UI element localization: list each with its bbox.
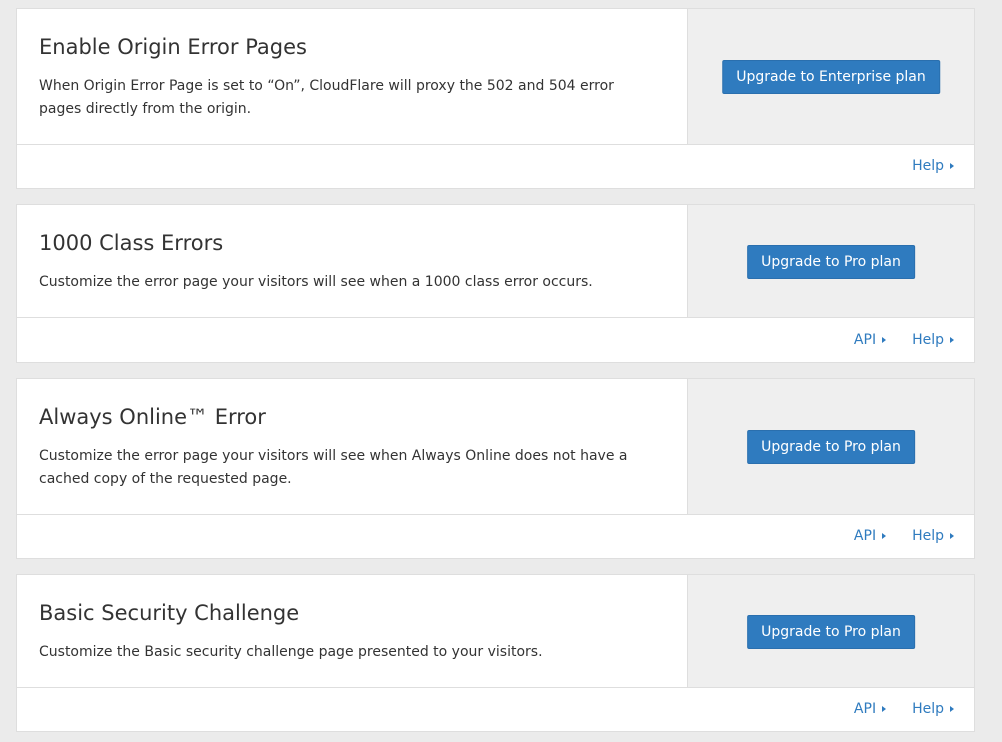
card-footer: API Help bbox=[17, 514, 974, 558]
card-title: Always Online™ Error bbox=[39, 405, 266, 429]
api-link-label: API bbox=[853, 332, 877, 348]
card-title: 1000 Class Errors bbox=[39, 231, 224, 255]
card-upgrade-panel: Upgrade to Enterprise plan bbox=[687, 9, 974, 144]
help-link-label: Help bbox=[912, 158, 944, 174]
card-description: When Origin Error Page is set to “On”, C… bbox=[39, 78, 614, 117]
footer-links: API Help bbox=[854, 318, 954, 362]
card-1000-class-errors: 1000 Class Errors Customize the error pa… bbox=[16, 204, 975, 363]
footer-links: API Help bbox=[854, 514, 954, 558]
upgrade-pro-button[interactable]: Upgrade to Pro plan bbox=[747, 245, 915, 279]
help-link-label: Help bbox=[912, 528, 944, 544]
card-upgrade-panel: Upgrade to Pro plan bbox=[687, 205, 974, 317]
caret-right-icon bbox=[950, 706, 954, 712]
help-link[interactable]: Help bbox=[912, 332, 954, 348]
card-footer: Help bbox=[17, 144, 974, 188]
upgrade-pro-button[interactable]: Upgrade to Pro plan bbox=[747, 430, 915, 464]
upgrade-enterprise-button[interactable]: Upgrade to Enterprise plan bbox=[722, 60, 940, 94]
card-main: Basic Security Challenge Customize the B… bbox=[17, 575, 974, 688]
card-enable-origin-error-pages: Enable Origin Error Pages When Origin Er… bbox=[16, 8, 975, 189]
caret-right-icon bbox=[882, 533, 887, 539]
api-link[interactable]: API bbox=[853, 332, 887, 348]
card-upgrade-panel: Upgrade to Pro plan bbox=[687, 575, 974, 687]
card-upgrade-panel: Upgrade to Pro plan bbox=[687, 379, 974, 514]
card-basic-security-challenge: Basic Security Challenge Customize the B… bbox=[16, 574, 975, 732]
footer-links: Help bbox=[912, 144, 954, 188]
api-link[interactable]: API bbox=[853, 701, 887, 717]
card-title: Enable Origin Error Pages bbox=[39, 35, 307, 59]
api-link-label: API bbox=[853, 528, 877, 544]
caret-right-icon bbox=[882, 337, 887, 343]
caret-right-icon bbox=[950, 163, 954, 169]
card-description: Customize the Basic security challenge p… bbox=[39, 644, 543, 660]
card-description: Customize the error page your visitors w… bbox=[39, 448, 628, 487]
caret-right-icon bbox=[950, 337, 954, 343]
card-footer: API Help bbox=[17, 318, 974, 362]
card-body: Always Online™ Error Customize the error… bbox=[17, 379, 688, 514]
api-link-label: API bbox=[853, 701, 877, 717]
help-link[interactable]: Help bbox=[912, 158, 954, 174]
card-body: Enable Origin Error Pages When Origin Er… bbox=[17, 9, 688, 144]
card-main: 1000 Class Errors Customize the error pa… bbox=[17, 205, 974, 318]
caret-right-icon bbox=[950, 533, 954, 539]
help-link-label: Help bbox=[912, 332, 944, 348]
card-body: 1000 Class Errors Customize the error pa… bbox=[17, 205, 688, 317]
caret-right-icon bbox=[882, 706, 887, 712]
card-main: Always Online™ Error Customize the error… bbox=[17, 379, 974, 515]
card-main: Enable Origin Error Pages When Origin Er… bbox=[17, 9, 974, 145]
help-link[interactable]: Help bbox=[912, 528, 954, 544]
card-title: Basic Security Challenge bbox=[39, 601, 300, 625]
help-link-label: Help bbox=[912, 701, 944, 717]
footer-links: API Help bbox=[854, 687, 954, 731]
card-footer: API Help bbox=[17, 687, 974, 731]
help-link[interactable]: Help bbox=[912, 701, 954, 717]
card-body: Basic Security Challenge Customize the B… bbox=[17, 575, 688, 687]
card-always-online-error: Always Online™ Error Customize the error… bbox=[16, 378, 975, 559]
card-description: Customize the error page your visitors w… bbox=[39, 274, 593, 290]
upgrade-pro-button[interactable]: Upgrade to Pro plan bbox=[747, 615, 915, 649]
api-link[interactable]: API bbox=[853, 528, 887, 544]
